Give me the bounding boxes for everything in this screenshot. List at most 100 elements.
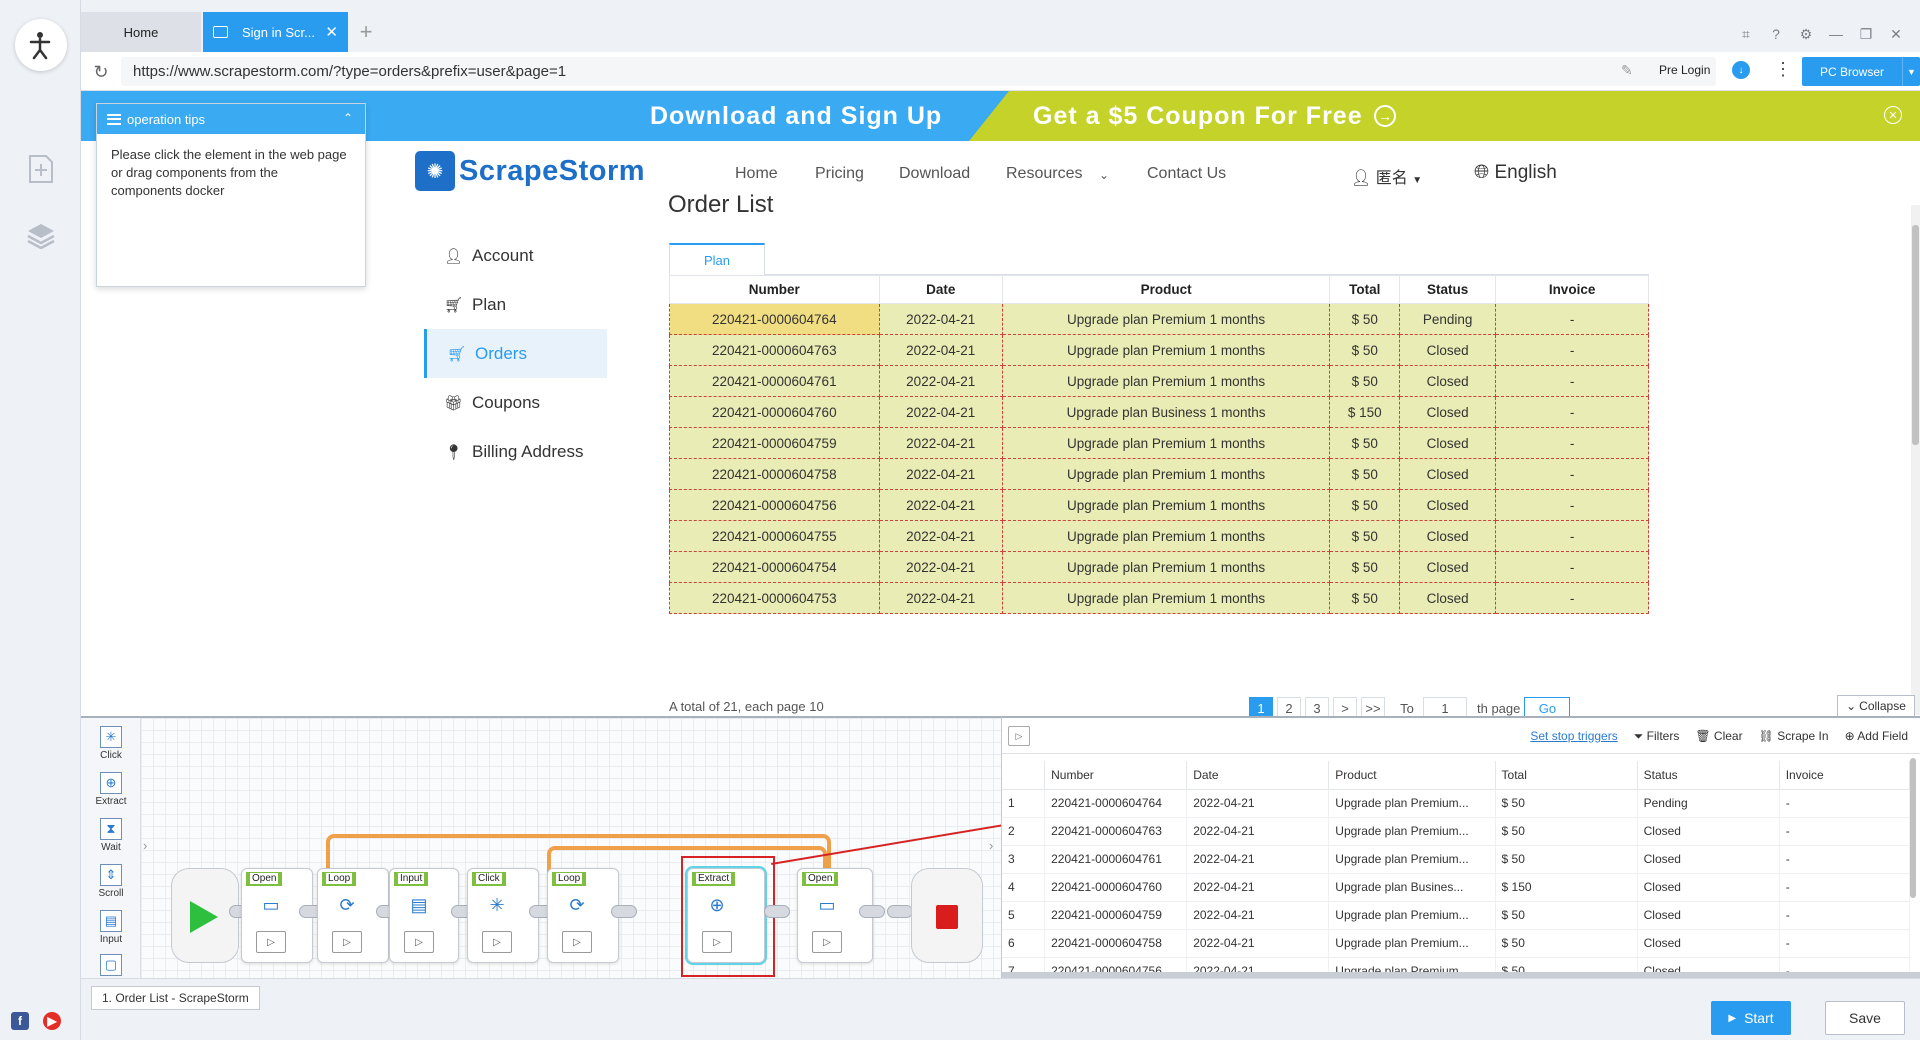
table-cell[interactable]: $ 50 (1495, 789, 1638, 818)
table-cell[interactable]: 2022-04-21 (1186, 873, 1330, 902)
pre-login-button[interactable]: Pre Login (1659, 63, 1710, 77)
table-cell[interactable]: 220421-0000604764 (1044, 789, 1188, 818)
nav-resources[interactable]: Resources (1006, 165, 1082, 183)
table-cell[interactable]: - (1495, 489, 1649, 521)
gift-icon[interactable]: ⌗ (1738, 26, 1754, 42)
table-cell[interactable]: Closed (1399, 520, 1497, 552)
table-cell[interactable]: Upgrade plan Premium... (1328, 789, 1496, 818)
table-row[interactable]: 3 220421-0000604761 2022-04-21 Upgrade plan… (1002, 845, 1911, 874)
table-cell[interactable]: 220421-0000604764 (669, 303, 880, 335)
table-cell[interactable]: - (1495, 520, 1649, 552)
table-cell[interactable]: 2022-04-21 (878, 489, 1003, 521)
table-cell[interactable]: 220421-0000604759 (1044, 901, 1188, 930)
table-cell[interactable]: $ 50 (1329, 458, 1401, 490)
table-cell[interactable]: - (1779, 789, 1911, 818)
table-row[interactable]: 220421-0000604763 2022-04-21 Upgrade plan … (669, 334, 1649, 366)
table-cell[interactable]: Upgrade plan Premium... (1328, 901, 1496, 930)
tab-sign-in[interactable]: Sign in Scr... ✕ (203, 12, 348, 52)
task-tab[interactable]: 1. Order List - ScrapeStorm (91, 986, 260, 1010)
table-cell[interactable]: 220421-0000604761 (1044, 845, 1188, 874)
table-cell[interactable]: - (1779, 817, 1911, 846)
table-cell[interactable]: - (1495, 396, 1649, 428)
table-cell[interactable]: 220421-0000604760 (669, 396, 880, 428)
table-row[interactable]: 1 220421-0000604764 2022-04-21 Upgrade plan… (1002, 789, 1911, 818)
page-button[interactable]: 1 (1249, 697, 1273, 716)
table-cell[interactable]: - (1495, 551, 1649, 583)
table-cell[interactable]: 2022-04-21 (878, 458, 1003, 490)
table-cell[interactable]: - (1495, 334, 1649, 366)
table-cell[interactable]: $ 50 (1495, 929, 1638, 958)
table-cell[interactable]: $ 50 (1495, 845, 1638, 874)
table-cell[interactable]: $ 50 (1329, 427, 1401, 459)
nav-home[interactable]: Home (735, 165, 778, 183)
pc-browser-button[interactable]: PC Browser ▼ (1802, 57, 1920, 86)
table-row[interactable]: 5 220421-0000604759 2022-04-21 Upgrade plan… (1002, 901, 1911, 930)
table-cell[interactable]: - (1779, 873, 1911, 902)
chevron-down-icon[interactable]: ▼ (1902, 57, 1920, 86)
table-row[interactable]: 4 220421-0000604760 2022-04-21 Upgrade plan… (1002, 873, 1911, 902)
app-logo-icon[interactable] (15, 19, 67, 71)
table-row[interactable]: 220421-0000604756 2022-04-21 Upgrade plan … (669, 489, 1649, 521)
close-tab-icon[interactable]: ✕ (325, 23, 338, 41)
table-row[interactable]: 220421-0000604753 2022-04-21 Upgrade plan … (669, 582, 1649, 614)
site-logo[interactable]: ✺ ScrapeStorm (415, 151, 645, 191)
table-cell[interactable]: - (1495, 365, 1649, 397)
table-cell[interactable]: Upgrade plan Premium 1 months (1001, 365, 1331, 397)
table-cell[interactable]: Upgrade plan Busines... (1328, 873, 1496, 902)
column-header[interactable]: Product (1328, 761, 1496, 790)
table-cell[interactable]: $ 50 (1329, 582, 1401, 614)
banner-coupon-text[interactable]: Get a $5 Coupon For Free (1033, 102, 1363, 131)
play-icon[interactable]: ▷ (562, 931, 592, 953)
banner-download-text[interactable]: Download and Sign Up (650, 102, 942, 131)
chevron-right-icon[interactable]: › (143, 838, 147, 853)
table-cell[interactable]: - (1495, 303, 1649, 335)
tool-extract[interactable]: ⊕ Extract (93, 772, 129, 807)
sidebar-item-billing-address[interactable]: 📍︎ Billing Address (424, 427, 607, 476)
tool-wait[interactable]: ⧗ Wait (93, 818, 129, 853)
column-header[interactable]: Total (1495, 761, 1638, 790)
table-cell[interactable]: Closed (1637, 929, 1780, 958)
table-cell[interactable]: 2022-04-21 (1186, 929, 1330, 958)
clear-button[interactable]: 🗑︎ Clear (1695, 729, 1742, 744)
table-cell[interactable]: 220421-0000604758 (1044, 929, 1188, 958)
play-icon[interactable]: ▷ (332, 931, 362, 953)
restore-icon[interactable]: ❐ (1858, 26, 1874, 42)
table-cell[interactable]: Upgrade plan Premium... (1328, 845, 1496, 874)
facebook-icon[interactable]: f (11, 1012, 29, 1030)
page-button[interactable]: >> (1361, 697, 1385, 716)
table-cell[interactable]: Pending (1637, 789, 1780, 818)
end-node[interactable] (911, 868, 983, 963)
table-cell[interactable]: 2022-04-21 (878, 334, 1003, 366)
tool-input[interactable]: ▤ Input (93, 910, 129, 945)
table-cell[interactable]: 220421-0000604761 (669, 365, 880, 397)
page-button[interactable]: 2 (1277, 697, 1301, 716)
table-cell[interactable]: Closed (1399, 334, 1497, 366)
scrollbar-thumb[interactable] (1912, 225, 1919, 445)
start-button[interactable]: ▶ Start (1711, 1001, 1791, 1035)
set-stop-triggers-link[interactable]: Set stop triggers (1530, 729, 1617, 744)
table-cell[interactable]: $ 150 (1329, 396, 1401, 428)
go-button[interactable]: Go (1524, 697, 1571, 716)
settings-gear-icon[interactable]: ⚙ (1798, 26, 1814, 42)
table-cell[interactable]: Upgrade plan Premium 1 months (1001, 458, 1331, 490)
table-cell[interactable]: 220421-0000604756 (669, 489, 880, 521)
sidebar-item-coupons[interactable]: 🎁︎ Coupons (424, 378, 607, 427)
run-preview-icon[interactable]: ▷ (1008, 726, 1030, 746)
close-window-icon[interactable]: ✕ (1888, 26, 1904, 42)
tab-home[interactable]: Home (81, 12, 201, 52)
column-header[interactable]: Number (1044, 761, 1188, 790)
table-cell[interactable]: Closed (1399, 396, 1497, 428)
table-cell[interactable]: 2022-04-21 (878, 396, 1003, 428)
preview-scrollbar[interactable] (1910, 758, 1916, 898)
sidebar-item-account[interactable]: 👤︎ Account (424, 231, 607, 280)
page-scrollbar[interactable] (1911, 205, 1920, 715)
flow-node-loop-2[interactable]: Loop ⟳ ▷ (547, 868, 619, 963)
table-cell[interactable]: Closed (1637, 845, 1780, 874)
nav-contact-us[interactable]: Contact Us (1147, 165, 1226, 183)
collapse-button[interactable]: ⌄ Collapse (1837, 695, 1915, 716)
table-cell[interactable]: Closed (1399, 365, 1497, 397)
save-button[interactable]: Save (1825, 1001, 1905, 1035)
chevron-right-icon[interactable]: › (989, 838, 993, 853)
layers-icon[interactable] (24, 218, 58, 252)
table-row[interactable]: 220421-0000604759 2022-04-21 Upgrade plan … (669, 427, 1649, 459)
